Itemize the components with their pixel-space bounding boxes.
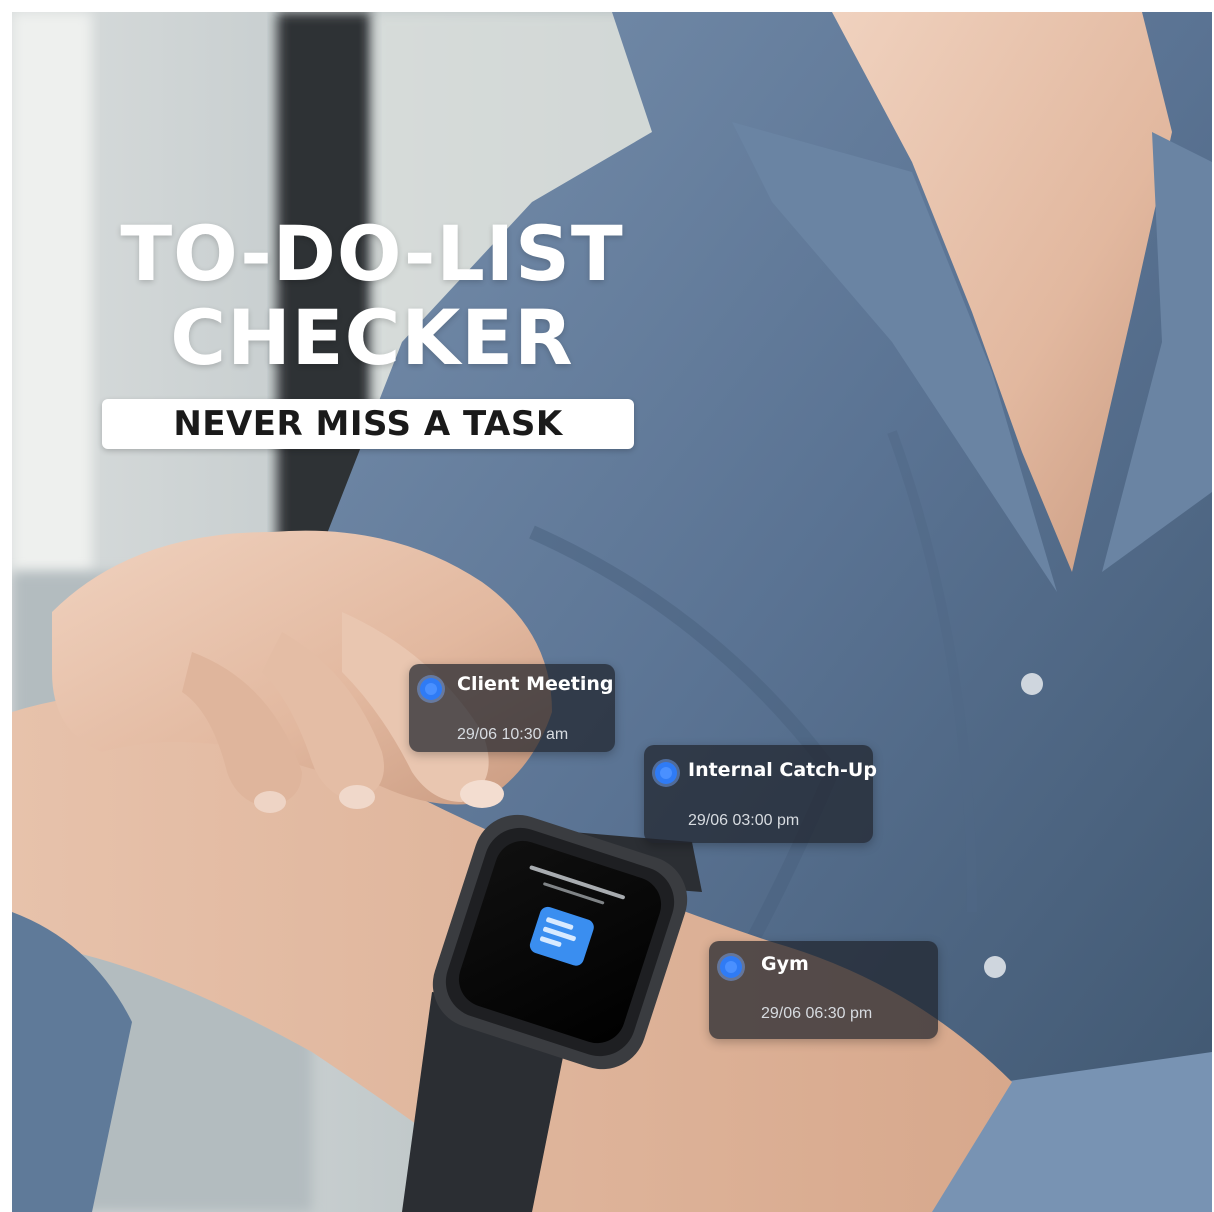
task-dot-icon [720,956,742,978]
photo-background [12,12,1212,1212]
task-time: 29/06 10:30 am [457,726,569,743]
task-title: Internal Catch-Up [688,759,877,781]
task-title: Gym [761,953,809,975]
headline-line-2: CHECKER [170,293,574,382]
task-card-client-meeting[interactable]: Client Meeting 29/06 10:30 am [409,664,615,752]
tagline-banner: NEVER MISS A TASK [102,399,634,449]
task-card-internal-catch-up[interactable]: Internal Catch-Up 29/06 03:00 pm [644,745,877,843]
task-card-gym[interactable]: Gym 29/06 06:30 pm [709,941,938,1039]
headline: TO-DO-LIST CHECKER [102,212,642,380]
promo-image: TO-DO-LIST CHECKER NEVER MISS A TASK Cli… [12,12,1212,1212]
task-dot-icon [420,678,442,700]
task-time: 29/06 03:00 pm [688,812,800,829]
task-title: Client Meeting [457,673,614,695]
task-time: 29/06 06:30 pm [761,1005,873,1022]
headline-line-1: TO-DO-LIST [120,209,624,298]
task-dot-icon [655,762,677,784]
